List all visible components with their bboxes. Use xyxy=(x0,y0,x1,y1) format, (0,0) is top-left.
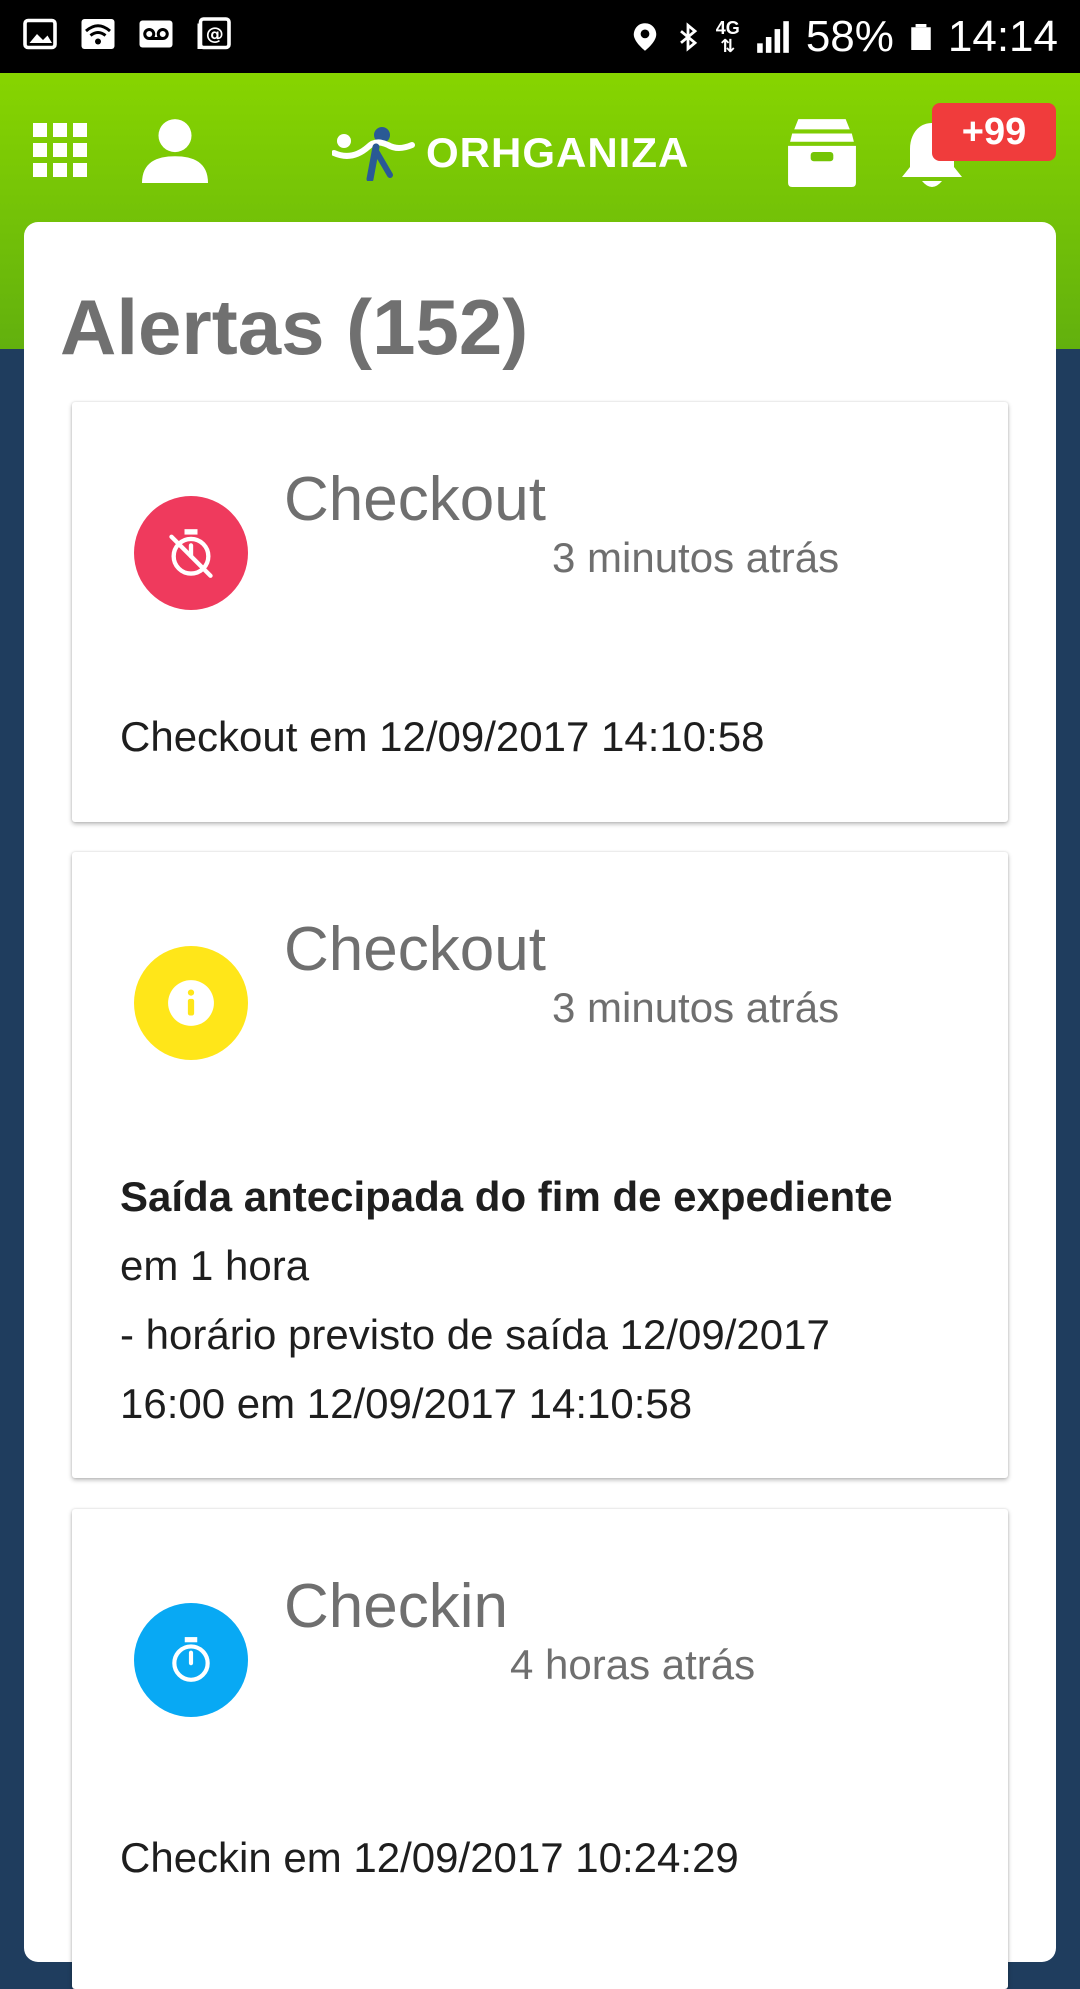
alert-time: 3 minutos atrás xyxy=(552,984,840,1031)
alert-body-line: - horário previsto de saída 12/09/2017 xyxy=(120,1311,830,1358)
alert-card[interactable]: Checkout 3 minutos atrás Checkout em 12/… xyxy=(72,402,1008,822)
alert-icon-circle xyxy=(134,1603,248,1717)
inbox-tray-icon[interactable] xyxy=(786,115,858,187)
alert-card[interactable]: Checkout 3 minutos atrás Saída antecipad… xyxy=(72,852,1008,1478)
battery-percentage: 58% xyxy=(805,12,894,61)
alert-icon-circle xyxy=(134,496,248,610)
logo-text: ORHGANIZA xyxy=(426,129,690,176)
svg-text:@: @ xyxy=(206,24,224,45)
alert-body: Checkout em 12/09/2017 14:10:58 xyxy=(120,702,764,771)
email-notification-icon: @ xyxy=(197,17,231,50)
info-icon xyxy=(168,980,214,1026)
notification-count-badge[interactable]: +99 xyxy=(932,103,1056,161)
alert-body: Saída antecipada do fim de expediente em… xyxy=(120,1162,893,1438)
alert-body-line: Checkout em 12/09/2017 14:10:58 xyxy=(120,713,765,760)
alert-title: Checkin xyxy=(284,1572,508,1641)
alert-body: Checkin em 12/09/2017 10:24:29 xyxy=(120,1823,739,1892)
clock: 14:14 xyxy=(947,12,1058,61)
network-type-indicator: 4G ⇅ xyxy=(716,19,740,55)
signal-icon xyxy=(756,21,789,53)
data-arrows-icon: ⇅ xyxy=(720,36,736,56)
timer-off-icon xyxy=(169,529,213,578)
logo-figure-icon xyxy=(332,127,415,181)
alert-body-line: 16:00 em 12/09/2017 14:10:58 xyxy=(120,1380,693,1427)
alert-time: 4 horas atrás xyxy=(510,1641,756,1688)
page-title: Alertas (152) xyxy=(60,283,529,371)
network-type-label: 4G xyxy=(715,18,740,38)
status-bar: @ 4G ⇅ 58% 14:14 xyxy=(0,0,1080,73)
alert-card[interactable]: Checkin 4 horas atrás Checkin em 12/09/2… xyxy=(72,1509,1008,1989)
alert-icon-circle xyxy=(134,946,248,1060)
alert-body-heading: Saída antecipada do fim de expediente xyxy=(120,1173,893,1220)
wifi-notification-icon xyxy=(81,19,115,49)
alert-time: 3 minutos atrás xyxy=(552,534,840,581)
alert-title: Checkout xyxy=(284,465,546,534)
voicemail-icon xyxy=(139,20,173,48)
location-icon xyxy=(633,23,657,51)
timer-icon xyxy=(172,1637,210,1682)
battery-icon xyxy=(911,24,931,50)
alert-body-line: Checkin em 12/09/2017 10:24:29 xyxy=(120,1834,739,1881)
alerts-panel: Alertas (152) Checkout 3 minutos atrás C… xyxy=(24,222,1056,1989)
bluetooth-icon xyxy=(679,22,697,52)
user-profile-icon[interactable] xyxy=(142,117,208,183)
alert-title: Checkout xyxy=(284,915,546,984)
apps-grid-icon[interactable] xyxy=(33,123,87,177)
alert-body-line: em 1 hora xyxy=(120,1242,310,1289)
image-notification-icon xyxy=(23,18,57,50)
app-logo: ORHGANIZA xyxy=(332,125,689,181)
